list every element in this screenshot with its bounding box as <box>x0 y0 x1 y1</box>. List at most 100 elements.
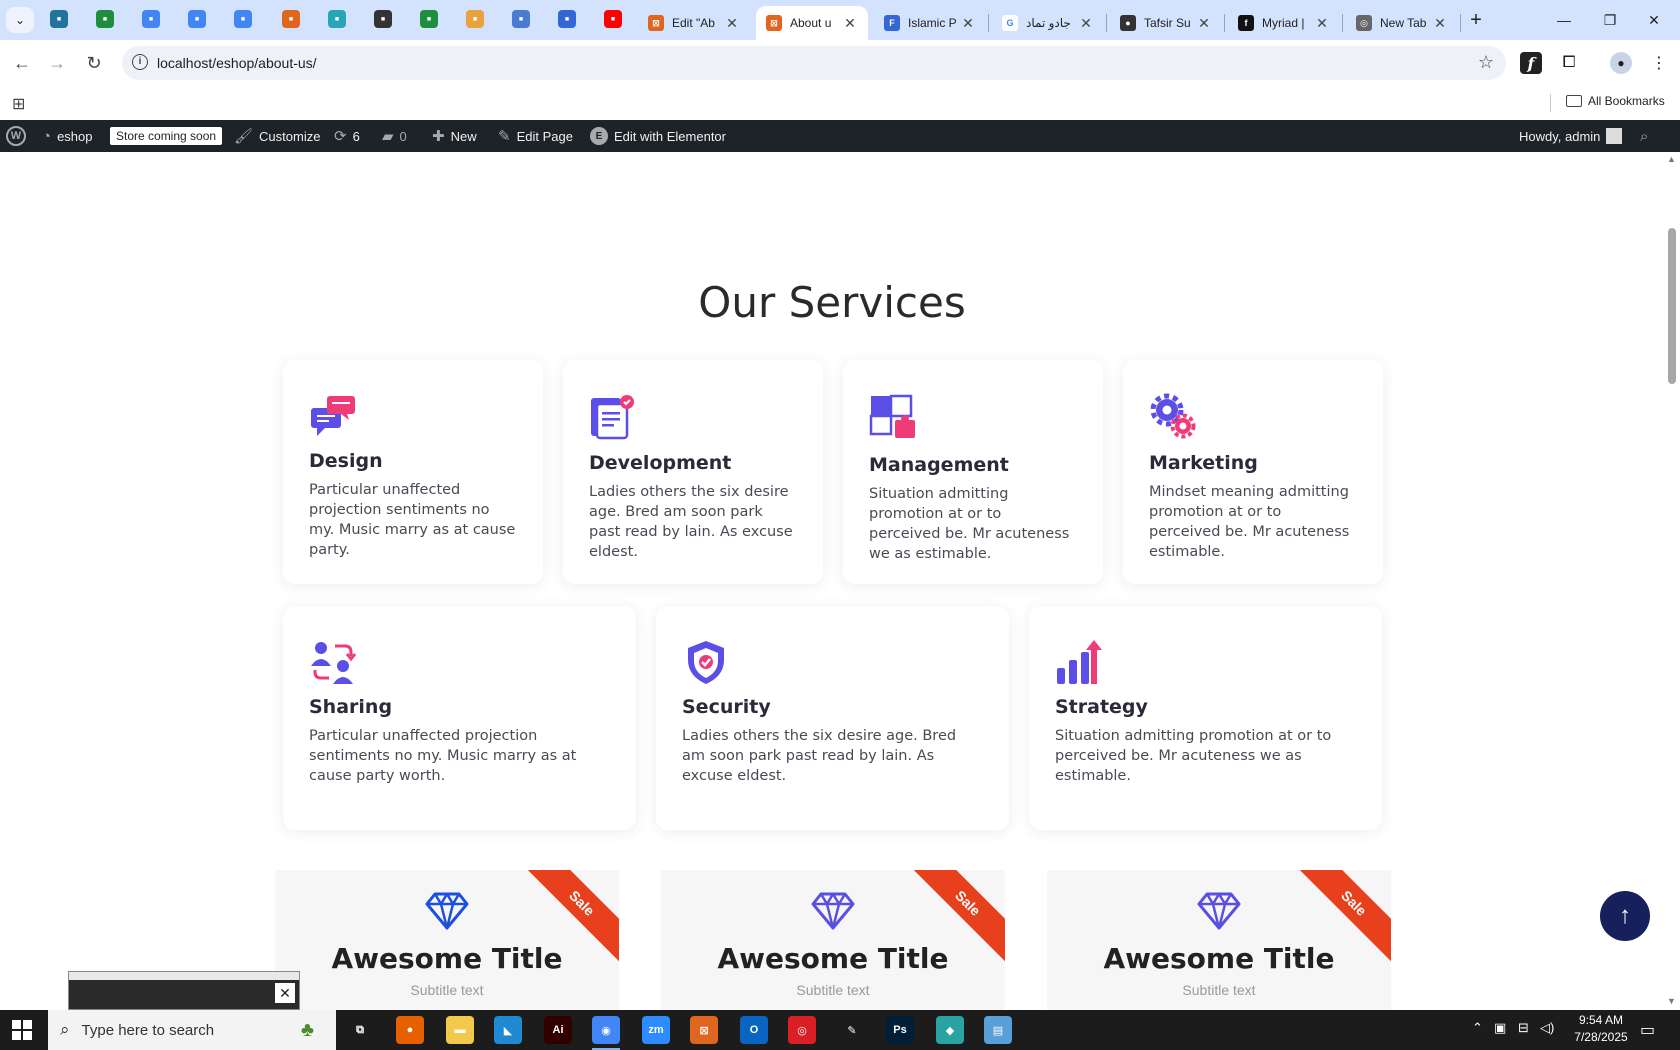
coming-soon-badge[interactable]: Store coming soon <box>110 120 223 152</box>
network-icon[interactable]: ⊟ <box>1518 1020 1529 1036</box>
show-hidden-icons[interactable]: ⌃ <box>1472 1020 1483 1036</box>
admin-avatar <box>1606 128 1623 144</box>
xampp-icon[interactable]: ⊠ <box>690 1016 718 1044</box>
account-menu[interactable]: Howdy, admin <box>1519 120 1623 152</box>
wordpress-icon: ■ <box>56 15 62 23</box>
scroll-down-arrow[interactable]: ▼ <box>1667 996 1676 1006</box>
window-preview-thumbnail[interactable]: ✕ <box>68 971 300 1010</box>
browser-tab[interactable]: F Islamic P ✕ <box>874 6 986 40</box>
pinned-tab[interactable]: ■ <box>558 10 576 28</box>
profile-avatar[interactable]: ● <box>1610 52 1632 74</box>
meet-now-icon[interactable]: ▣ <box>1494 1020 1506 1036</box>
gears-icon <box>1149 392 1197 440</box>
pinned-tab[interactable]: ■ <box>142 10 160 28</box>
tab-separator <box>1224 14 1225 32</box>
wp-logo-menu[interactable]: W <box>6 120 26 152</box>
pen-tool-icon[interactable]: ✎ <box>838 1016 866 1044</box>
close-window-button[interactable]: ✕ <box>1626 0 1680 40</box>
outlook-icon[interactable]: O <box>740 1016 768 1044</box>
url-text[interactable]: localhost/eshop/about-us/ <box>157 55 317 71</box>
taskbar-search-placeholder: Type here to search <box>81 1021 215 1039</box>
pinned-tab[interactable]: ■ <box>282 10 300 28</box>
app-icon: ■ <box>334 15 340 23</box>
admin-search[interactable]: ⌕ <box>1640 120 1648 152</box>
browser-tab[interactable]: ● Tafsir Su ✕ <box>1110 6 1222 40</box>
reload-button[interactable]: ↻ <box>81 50 107 76</box>
browser-toolbar: ← → ↻ i localhost/eshop/about-us/ ☆ f ⧠ … <box>0 40 1680 86</box>
notepad-icon[interactable]: ▤ <box>984 1016 1012 1044</box>
pinned-tab[interactable]: ■ <box>328 10 346 28</box>
volume-icon[interactable]: ◁) <box>1540 1020 1554 1036</box>
edit-page-link[interactable]: ✎ Edit Page <box>498 120 573 152</box>
scroll-up-arrow[interactable]: ▲ <box>1667 154 1676 164</box>
updates-count: 6 <box>352 128 360 144</box>
forward-button[interactable]: → <box>44 50 70 76</box>
pinned-tab[interactable]: ■ <box>374 10 392 28</box>
tab-close-icon[interactable]: ✕ <box>842 15 858 32</box>
pinned-tab[interactable]: ■ <box>466 10 484 28</box>
service-title: Marketing <box>1149 452 1258 474</box>
service-title: Design <box>309 450 383 472</box>
pinned-tab[interactable]: ■ <box>420 10 438 28</box>
vscode-icon[interactable]: ◣ <box>494 1016 522 1044</box>
close-icon[interactable]: ✕ <box>275 983 295 1003</box>
tab-close-icon[interactable]: ✕ <box>960 15 976 32</box>
file-explorer-icon[interactable]: ▬ <box>446 1016 474 1044</box>
apps-grid-icon[interactable]: ⊞ <box>12 94 25 114</box>
all-bookmarks-button[interactable]: All Bookmarks <box>1566 94 1665 108</box>
browser-tab[interactable]: ◎ New Tab ✕ <box>1346 6 1458 40</box>
address-bar[interactable]: i localhost/eshop/about-us/ ☆ <box>122 46 1506 80</box>
tab-close-icon[interactable]: ✕ <box>724 15 740 32</box>
taskbar-search-box[interactable]: ⌕ Type here to search ♣ <box>48 1010 336 1050</box>
updates-link[interactable]: ⟳ 6 <box>334 120 360 152</box>
photoshop-icon[interactable]: Ps <box>886 1016 914 1044</box>
scrollbar-thumb[interactable] <box>1668 228 1676 384</box>
pinned-tab[interactable]: ■ <box>512 10 530 28</box>
new-tab-button[interactable]: + <box>1464 8 1488 32</box>
pinned-tab[interactable]: ■ <box>96 10 114 28</box>
tab-close-icon[interactable]: ✕ <box>1196 15 1212 32</box>
pinned-tab[interactable]: ■ <box>604 10 622 28</box>
hand-icon: ■ <box>472 15 478 23</box>
service-description: Particular unaffected projection sentime… <box>309 482 516 558</box>
elementor-icon: E <box>590 127 608 145</box>
tab-favicon-icon: ◎ <box>1356 15 1372 31</box>
edit-with-elementor-link[interactable]: E Edit with Elementor <box>590 120 726 152</box>
page-scrollbar[interactable]: ▲ ▼ <box>1664 152 1680 1010</box>
new-content-menu[interactable]: ✚ New <box>432 120 477 152</box>
sheets-icon: ■ <box>102 15 108 23</box>
browser-tab[interactable]: G جادو تماد ✕ <box>992 6 1104 40</box>
pinned-tab[interactable]: ■ <box>188 10 206 28</box>
tab-close-icon[interactable]: ✕ <box>1314 15 1330 32</box>
illustrator-icon[interactable]: Ai <box>544 1016 572 1044</box>
back-button[interactable]: ← <box>9 50 35 76</box>
font-extension-icon[interactable]: f <box>1520 52 1542 74</box>
extensions-puzzle-icon[interactable]: ⧠ <box>1558 52 1580 74</box>
customize-link[interactable]: 🖌 Customize <box>234 120 320 152</box>
taskbar-clock[interactable]: 9:54 AM 7/28/2025 <box>1558 1012 1644 1046</box>
scroll-to-top-button[interactable]: ↑ <box>1600 891 1650 941</box>
bookmark-star-icon[interactable]: ☆ <box>1478 52 1494 73</box>
windows-start-button[interactable] <box>12 1020 32 1040</box>
wp-admin-bar: W ◔ eshop Store coming soon 🖌 Customize … <box>0 120 1680 152</box>
tab-search-button[interactable]: ⌄ <box>6 7 34 33</box>
creative-cloud-icon[interactable]: ◎ <box>788 1016 816 1044</box>
browser-tab[interactable]: ⊠ About u ✕ <box>756 6 868 40</box>
pinned-tab[interactable]: ■ <box>234 10 252 28</box>
browser-tab[interactable]: ⊠ Edit "Ab ✕ <box>638 6 750 40</box>
site-info-icon[interactable]: i <box>132 54 148 70</box>
notifications-icon[interactable]: ▭ <box>1640 1020 1655 1040</box>
app-icon[interactable]: ◆ <box>936 1016 964 1044</box>
browser-tab[interactable]: f Myriad | ✕ <box>1228 6 1340 40</box>
chrome-icon[interactable]: ◉ <box>592 1016 620 1050</box>
zoom-icon[interactable]: zm <box>642 1016 670 1044</box>
tab-close-icon[interactable]: ✕ <box>1432 15 1448 32</box>
tab-close-icon[interactable]: ✕ <box>1078 15 1094 32</box>
chevron-down-icon: ⌄ <box>14 13 26 27</box>
chrome-menu-icon[interactable]: ⋮ <box>1648 52 1670 74</box>
task-view-icon[interactable]: ⧉ <box>346 1016 374 1044</box>
firefox-icon[interactable]: ● <box>396 1016 424 1044</box>
comments-link[interactable]: ▰ 0 <box>382 120 407 152</box>
site-name-menu[interactable]: ◔ eshop <box>42 120 92 152</box>
pinned-tab[interactable]: ■ <box>50 10 68 28</box>
